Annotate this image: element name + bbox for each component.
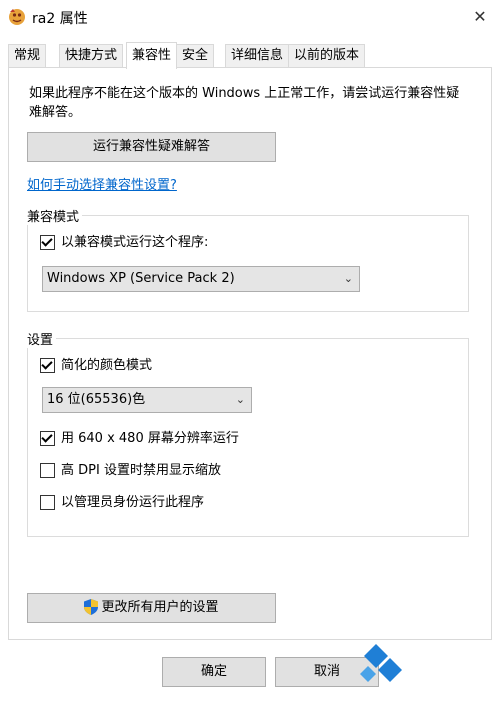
tab-shortcut[interactable]: 快捷方式 [59,44,124,67]
watermark-logo [356,630,500,697]
tab-general[interactable]: 常规 [8,44,47,67]
shield-icon [84,598,99,615]
ok-button[interactable]: 确定 [162,657,266,687]
compat-mode-checkbox-label: 以兼容模式运行这个程序: [61,235,209,250]
tab-security[interactable]: 安全 [176,44,215,67]
compatibility-panel: 如果此程序不能在这个版本的 Windows 上正常工作，请尝试运行兼容性疑难解答… [8,67,492,640]
intro-text: 如果此程序不能在这个版本的 Windows 上正常工作，请尝试运行兼容性疑难解答… [29,86,460,120]
compatibility-mode-label: 兼容模式 [27,206,83,225]
tab-details[interactable]: 详细信息 [225,44,290,67]
os-version-select[interactable]: Windows XP (Service Pack 2) ⌄ [42,266,360,292]
tab-strip: 常规 快捷方式 兼容性 安全 详细信息 以前的版本 [8,42,492,69]
run-640-checkbox[interactable] [40,430,55,446]
chevron-down-icon: ⌄ [235,393,245,406]
disable-dpi-row[interactable]: 高 DPI 设置时禁用显示缩放 [40,462,221,480]
disable-dpi-label: 高 DPI 设置时禁用显示缩放 [61,463,221,478]
color-mode-value: 16 位(65536)色 [47,392,146,407]
run-troubleshooter-button[interactable]: 运行兼容性疑难解答 [27,132,276,162]
compat-mode-checkbox[interactable] [40,234,55,250]
app-icon [9,9,25,25]
run-640-row[interactable]: 用 640 x 480 屏幕分辨率运行 [40,430,239,448]
run-as-admin-label: 以管理员身份运行此程序 [61,495,205,510]
run-as-admin-checkbox[interactable] [40,494,55,510]
run-as-admin-row[interactable]: 以管理员身份运行此程序 [40,494,204,512]
change-all-users-label: 更改所有用户的设置 [101,600,219,615]
reduced-color-label: 简化的颜色模式 [61,358,153,373]
tab-compatibility[interactable]: 兼容性 [126,42,178,69]
watermark-graphic [360,644,402,682]
change-all-users-button[interactable]: 更改所有用户的设置 [27,593,276,623]
close-button[interactable]: ✕ [466,4,494,30]
run-640-label: 用 640 x 480 屏幕分辨率运行 [61,431,239,446]
os-version-value: Windows XP (Service Pack 2) [47,271,235,286]
settings-label: 设置 [27,329,57,348]
title-bar: ra2 属性 ✕ [0,0,500,34]
manual-settings-link[interactable]: 如何手动选择兼容性设置? [27,174,177,193]
close-icon: ✕ [473,7,487,26]
settings-group: 设置 简化的颜色模式 16 位(65536)色 ⌄ 用 640 x 480 屏幕… [27,329,469,537]
reduced-color-row[interactable]: 简化的颜色模式 [40,357,152,375]
reduced-color-checkbox[interactable] [40,357,55,373]
color-mode-select[interactable]: 16 位(65536)色 ⌄ [42,387,252,413]
compatibility-mode-group: 兼容模式 以兼容模式运行这个程序: Windows XP (Service Pa… [27,206,469,312]
tab-previous-versions[interactable]: 以前的版本 [288,44,366,67]
window-title: ra2 属性 [32,11,88,27]
compat-mode-checkbox-row[interactable]: 以兼容模式运行这个程序: [40,234,208,252]
chevron-down-icon: ⌄ [343,272,353,285]
disable-dpi-checkbox[interactable] [40,462,55,478]
